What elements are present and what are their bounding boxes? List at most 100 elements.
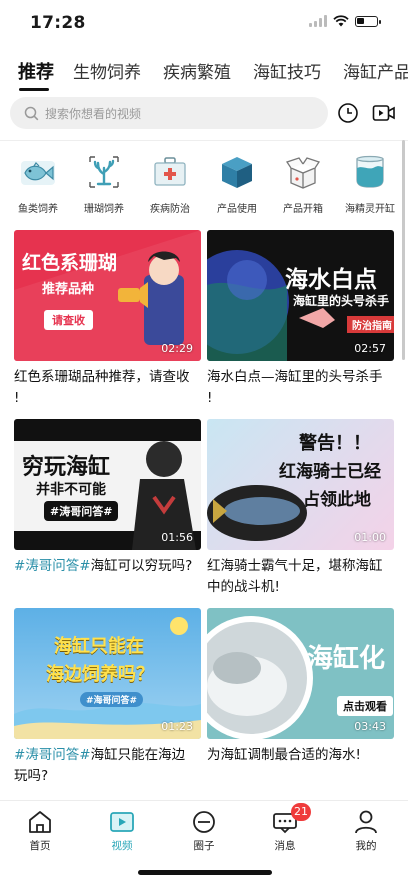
unread-count-badge: 21 <box>291 803 311 821</box>
thumb-subtitle: 红海骑士已经 <box>279 462 381 482</box>
history-button[interactable] <box>336 101 360 125</box>
thumb-headline: 海水白点 <box>285 267 377 293</box>
category-coral-care[interactable]: 珊瑚饲养 <box>74 152 134 215</box>
tab-tank-products[interactable]: 海缸产品 <box>343 58 408 83</box>
video-title: 海水白点—海缸里的头号杀手 ! <box>207 367 394 409</box>
thumb-headline: 海缸化 <box>307 644 386 674</box>
video-title: #涛哥问答#海缸只能在海边 玩吗? <box>14 745 201 787</box>
active-tab-indicator <box>19 88 49 91</box>
circle-icon <box>193 811 215 833</box>
video-title-line: 红海骑士霸气十足，堪称海缸 <box>207 558 383 574</box>
wifi-icon <box>333 15 349 27</box>
home-indicator <box>138 870 272 875</box>
video-record-button[interactable] <box>372 101 396 125</box>
category-tank-setup[interactable]: 海精灵开缸 <box>340 152 400 215</box>
thumb-headline: 海缸只能在 <box>54 636 144 657</box>
search-placeholder: 搜索你想看的视频 <box>45 106 142 121</box>
nav-label: 首页 <box>29 840 51 852</box>
nav-label: 圈子 <box>193 840 215 852</box>
video-duration: 01:00 <box>354 531 386 544</box>
thumb-headline: 警告！！ <box>299 433 371 454</box>
thumb-subtitle-2: 占领此地 <box>303 490 371 510</box>
thumb-badge: #海哥问答# <box>80 692 144 707</box>
video-title-line: ! <box>207 390 213 406</box>
video-title-line: ! <box>14 390 20 406</box>
video-card[interactable]: 穷玩海缸 并非不可能 #涛哥问答# 01:56 #涛哥问答#海缸可以穷玩吗? <box>14 419 201 577</box>
tab-tank-tips[interactable]: 海缸技巧 <box>253 58 321 83</box>
nav-label: 视频 <box>111 840 133 852</box>
category-tabs: 推荐 生物饲养 疾病繁殖 海缸技巧 海缸产品 <box>0 52 408 92</box>
thumb-badge: #涛哥问答# <box>44 501 119 521</box>
category-disease-prevention[interactable]: 疾病防治 <box>140 152 200 215</box>
tab-disease-breeding[interactable]: 疾病繁殖 <box>163 58 231 83</box>
video-thumbnail[interactable]: 海缸化 点击观看 03:43 <box>207 608 394 739</box>
video-thumbnail[interactable]: 警告！！ 红海骑士已经 占领此地 01:00 <box>207 419 394 550</box>
nav-circle[interactable]: 圈子 <box>174 809 234 853</box>
thumb-subtitle: 推荐品种 <box>42 282 95 297</box>
tab-bio-care[interactable]: 生物饲养 <box>73 58 141 83</box>
battery-icon <box>355 15 381 27</box>
clock-icon <box>338 103 358 123</box>
home-icon <box>29 811 51 833</box>
video-title-line: #涛哥问答#海缸可以穷玩吗? <box>14 556 201 577</box>
hashtag-link[interactable]: #涛哥问答# <box>14 747 91 763</box>
category-shortcuts: 鱼类饲养 珊瑚饲养 疾病防治 产品使用 产品开箱 海精灵开缸 <box>0 152 408 222</box>
category-fish-care[interactable]: 鱼类饲养 <box>8 152 68 215</box>
video-title: #涛哥问答#海缸可以穷玩吗? <box>14 556 201 577</box>
thumb-subtitle: 海缸里的头号杀手 <box>293 294 390 308</box>
video-duration: 02:29 <box>161 342 193 355</box>
tab-recommended[interactable]: 推荐 <box>18 58 54 84</box>
category-product-use[interactable]: 产品使用 <box>207 152 267 215</box>
open-box-icon <box>285 157 321 189</box>
status-time: 17:28 <box>30 13 86 33</box>
thumb-badge: 请查收 <box>44 310 93 330</box>
video-thumbnail[interactable]: 红色系珊瑚 推荐品种 请查收 02:29 <box>14 230 201 361</box>
video-duration: 02:57 <box>354 342 386 355</box>
video-title: 红色系珊瑚品种推荐，请查收 ! <box>14 367 201 409</box>
hashtag-link[interactable]: #涛哥问答# <box>14 558 91 574</box>
video-title-line: 中的战斗机! <box>207 579 280 595</box>
medkit-icon <box>154 157 186 186</box>
category-label: 产品使用 <box>217 204 257 215</box>
header-divider <box>0 140 408 141</box>
video-card[interactable]: 海缸只能在 海边饲养吗？ #海哥问答# 01:23 #涛哥问答#海缸只能在海边 … <box>14 608 201 787</box>
video-duration: 03:43 <box>354 720 386 733</box>
video-title-line: #涛哥问答#海缸只能在海边 <box>14 745 201 766</box>
nav-messages[interactable]: 21 消息 <box>255 803 315 853</box>
category-unboxing[interactable]: 产品开箱 <box>273 152 333 215</box>
coral-icon <box>89 156 119 188</box>
video-card[interactable]: 红色系珊瑚 推荐品种 请查收 02:29 红色系珊瑚品种推荐，请查收 ! <box>14 230 201 409</box>
nav-profile[interactable]: 我的 <box>336 809 396 853</box>
video-title: 为海缸调制最合适的海水! <box>207 745 394 766</box>
fish-icon <box>21 161 55 185</box>
scrollbar[interactable] <box>402 140 405 360</box>
category-label: 鱼类饲养 <box>18 204 58 215</box>
video-thumbnail[interactable]: 海水白点 海缸里的头号杀手 防治指南 02:57 <box>207 230 394 361</box>
nav-label: 我的 <box>355 840 377 852</box>
thumb-subtitle: 并非不可能 <box>36 482 106 498</box>
video-card[interactable]: 海水白点 海缸里的头号杀手 防治指南 02:57 海水白点—海缸里的头号杀手 ! <box>207 230 394 409</box>
nav-video[interactable]: 视频 <box>92 809 152 853</box>
category-label: 海精灵开缸 <box>345 204 395 215</box>
cellular-signal-icon <box>309 15 327 27</box>
video-duration: 01:23 <box>161 720 193 733</box>
thumb-button: 点击观看 <box>337 696 393 716</box>
nav-label: 消息 <box>274 840 296 852</box>
video-title-line: 为海缸调制最合适的海水! <box>207 747 361 763</box>
video-title-text: 海缸可以穷玩吗? <box>90 558 193 574</box>
video-camera-icon <box>372 105 395 121</box>
video-duration: 01:56 <box>161 531 193 544</box>
profile-icon <box>355 810 377 834</box>
video-thumbnail[interactable]: 穷玩海缸 并非不可能 #涛哥问答# 01:56 <box>14 419 201 550</box>
nav-home[interactable]: 首页 <box>10 809 70 853</box>
thumb-subtitle: 海边饲养吗？ <box>46 664 154 685</box>
thumb-badge: 防治指南 <box>347 316 394 333</box>
thumb-headline: 红色系珊瑚 <box>22 252 118 274</box>
video-thumbnail[interactable]: 海缸只能在 海边饲养吗？ #海哥问答# 01:23 <box>14 608 201 739</box>
search-bar[interactable]: 搜索你想看的视频 <box>10 97 328 129</box>
video-card[interactable]: 警告！！ 红海骑士已经 占领此地 01:00 红海骑士霸气十足，堪称海缸 中的战… <box>207 419 394 598</box>
box-icon <box>222 157 252 188</box>
video-title: 红海骑士霸气十足，堪称海缸 中的战斗机! <box>207 556 394 598</box>
video-card[interactable]: 海缸化 点击观看 03:43 为海缸调制最合适的海水! <box>207 608 394 766</box>
search-icon <box>24 106 39 120</box>
